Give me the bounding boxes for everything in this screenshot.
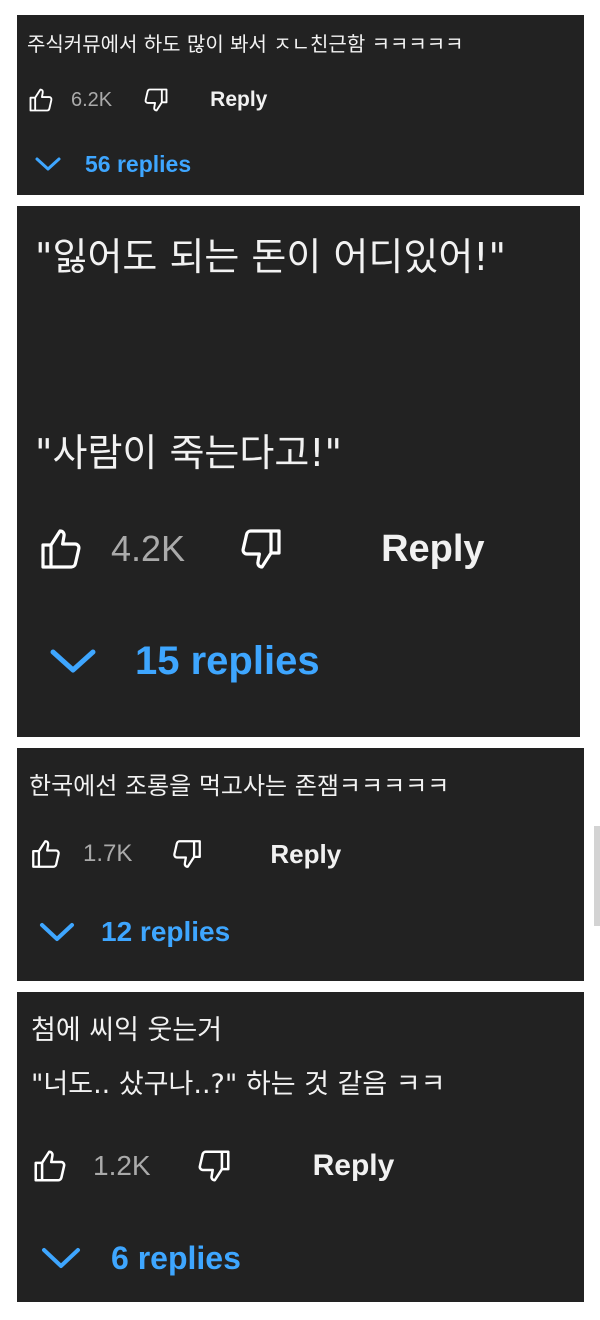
reply-button[interactable]: Reply — [210, 88, 267, 112]
like-count: 1.2K — [93, 1150, 151, 1181]
reply-button[interactable]: Reply — [381, 528, 484, 571]
comment-card-3: 한국에선 조롱을 먹고사는 존잼ㅋㅋㅋㅋㅋ 1.7K Reply 12 repl… — [17, 748, 584, 981]
thumbs-up-icon[interactable] — [37, 525, 85, 573]
comment-card-1: 주식커뮤에서 하도 많이 봐서 ㅈㄴ친근함 ㅋㅋㅋㅋㅋ 6.2K Reply 5… — [17, 15, 584, 195]
comment-actions: 1.2K Reply — [31, 1146, 394, 1186]
replies-count-label: 15 replies — [135, 638, 320, 683]
reply-button[interactable]: Reply — [270, 839, 341, 870]
replies-count-label: 6 replies — [111, 1239, 241, 1276]
view-replies-button[interactable]: 56 replies — [34, 149, 191, 179]
comment-card-4: 첨에 씨익 웃는거 "너도.. 샀구나..?" 하는 것 같음 ㅋㅋ 1.2K … — [17, 992, 584, 1302]
replies-count-label: 12 replies — [101, 916, 231, 947]
comment-text-line-2: "너도.. 샀구나..?" 하는 것 같음 ㅋㅋ — [31, 1069, 446, 1100]
comment-text-line-1: "잃어도 되는 돈이 어디있어!" — [35, 235, 506, 279]
thumbs-up-icon[interactable] — [31, 1147, 69, 1185]
thumbs-down-icon[interactable] — [195, 1147, 233, 1185]
comment-text-line-2: "사람이 죽는다고!" — [35, 431, 342, 475]
thumbs-up-icon[interactable] — [29, 837, 63, 871]
like-count: 1.7K — [83, 840, 133, 867]
comment-text: 한국에선 조롱을 먹고사는 존잼ㅋㅋㅋㅋㅋ — [29, 772, 450, 800]
view-replies-button[interactable]: 6 replies — [41, 1238, 241, 1278]
chevron-down-icon — [35, 157, 61, 171]
chevron-down-icon — [40, 923, 74, 941]
thumbs-up-icon[interactable] — [27, 86, 55, 114]
chevron-down-icon — [50, 649, 96, 673]
comment-text-line-1: 첨에 씨익 웃는거 — [31, 1015, 223, 1046]
comment-actions: 4.2K Reply — [37, 524, 485, 574]
comment-text: 주식커뮤에서 하도 많이 봐서 ㅈㄴ친근함 ㅋㅋㅋㅋㅋ — [27, 32, 464, 56]
chevron-down-icon — [42, 1248, 80, 1268]
scrollbar[interactable] — [594, 826, 600, 926]
like-count: 4.2K — [111, 528, 186, 569]
comment-actions: 1.7K Reply — [29, 836, 341, 872]
reply-button[interactable]: Reply — [313, 1149, 395, 1183]
comment-card-2: "잃어도 되는 돈이 어디있어!" "사람이 죽는다고!" 4.2K Reply… — [17, 206, 580, 737]
view-replies-button[interactable]: 12 replies — [39, 914, 230, 950]
thumbs-down-icon[interactable] — [237, 525, 285, 573]
like-count: 6.2K — [71, 88, 113, 111]
comment-actions: 6.2K Reply — [27, 85, 267, 115]
replies-count-label: 56 replies — [85, 150, 192, 177]
view-replies-button[interactable]: 15 replies — [49, 636, 320, 686]
thumbs-down-icon[interactable] — [142, 86, 170, 114]
thumbs-down-icon[interactable] — [170, 837, 204, 871]
